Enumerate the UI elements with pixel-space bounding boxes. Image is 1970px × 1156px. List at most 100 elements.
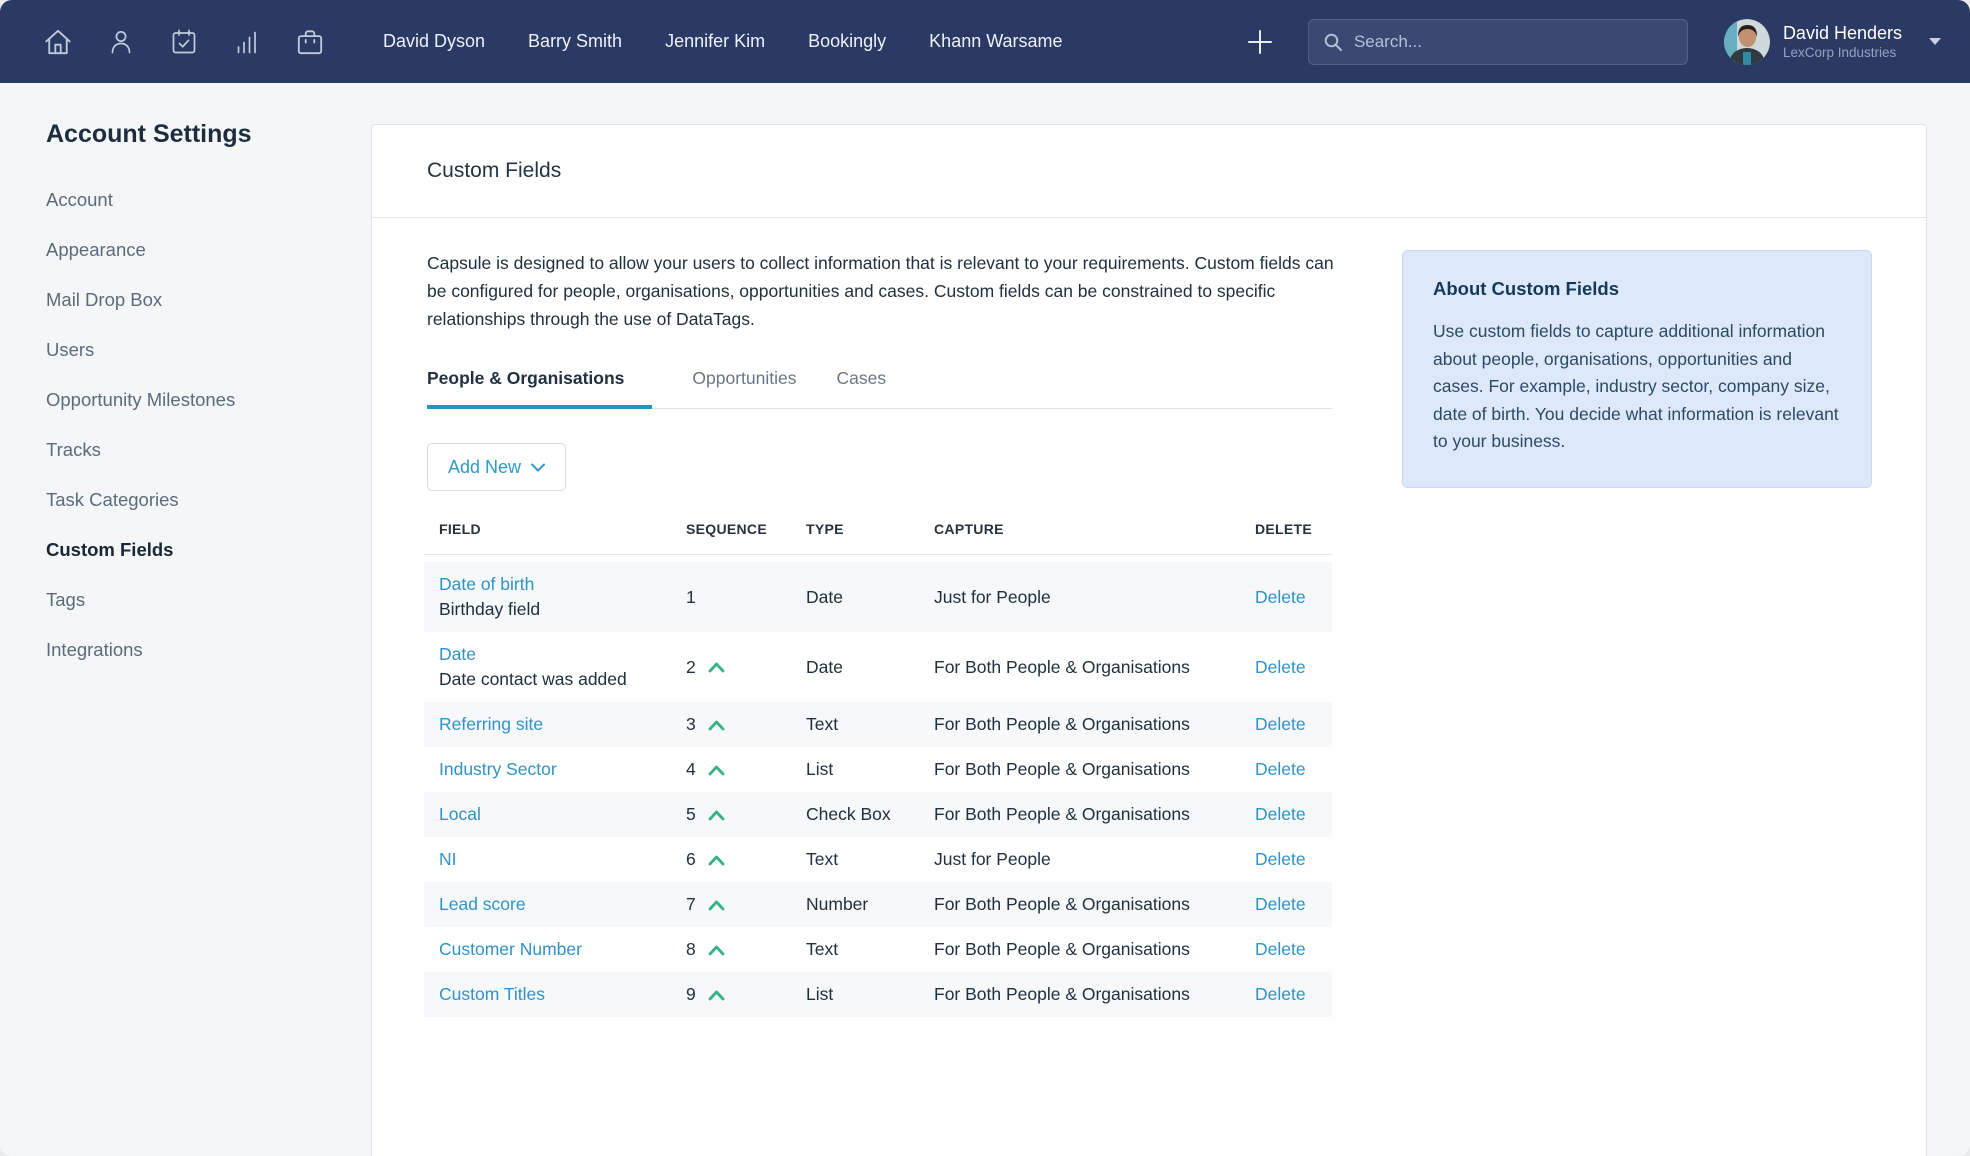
sequence-cell: 9 bbox=[686, 984, 806, 1005]
field-cell: Date of birth Birthday field bbox=[439, 572, 686, 622]
delete-link[interactable]: Delete bbox=[1255, 849, 1332, 870]
move-up-icon[interactable] bbox=[708, 899, 725, 911]
search-input[interactable] bbox=[1354, 32, 1673, 52]
capture-cell: For Both People & Organisations bbox=[934, 657, 1255, 678]
settings-sidebar: Account Settings Account Appearance Mail… bbox=[0, 83, 371, 1156]
capture-cell: For Both People & Organisations bbox=[934, 894, 1255, 915]
sequence-number: 1 bbox=[686, 587, 696, 608]
type-cell: Check Box bbox=[806, 804, 934, 825]
intro-text: Capsule is designed to allow your users … bbox=[427, 249, 1339, 333]
nav-link[interactable]: Barry Smith bbox=[528, 31, 622, 52]
delete-link[interactable]: Delete bbox=[1255, 657, 1332, 678]
field-cell: Local bbox=[439, 802, 686, 827]
tab-opportunities[interactable]: Opportunities bbox=[692, 368, 796, 409]
column-header-type: TYPE bbox=[806, 521, 934, 537]
sequence-number: 5 bbox=[686, 804, 696, 825]
sidebar-item-account[interactable]: Account bbox=[46, 175, 351, 225]
delete-link[interactable]: Delete bbox=[1255, 587, 1332, 608]
capture-cell: For Both People & Organisations bbox=[934, 759, 1255, 780]
nav-link[interactable]: Khann Warsame bbox=[929, 31, 1062, 52]
delete-link[interactable]: Delete bbox=[1255, 984, 1332, 1005]
field-name-link[interactable]: Referring site bbox=[439, 712, 686, 737]
sidebar-item-users[interactable]: Users bbox=[46, 325, 351, 375]
type-cell: Number bbox=[806, 894, 934, 915]
sidebar-item-opportunity-milestones[interactable]: Opportunity Milestones bbox=[46, 375, 351, 425]
nav-link[interactable]: David Dyson bbox=[383, 31, 485, 52]
field-name-link[interactable]: NI bbox=[439, 847, 686, 872]
home-icon[interactable] bbox=[41, 25, 75, 59]
nav-icon-group bbox=[41, 25, 327, 59]
table-row: Date Date contact was added 2 Date For B… bbox=[424, 632, 1332, 702]
delete-link[interactable]: Delete bbox=[1255, 759, 1332, 780]
field-cell: Custom Titles bbox=[439, 982, 686, 1007]
sequence-cell: 6 bbox=[686, 849, 806, 870]
delete-link[interactable]: Delete bbox=[1255, 714, 1332, 735]
chevron-down-icon[interactable] bbox=[1928, 33, 1942, 51]
move-up-icon[interactable] bbox=[708, 764, 725, 776]
column-header-field: FIELD bbox=[439, 521, 686, 537]
sidebar-title: Account Settings bbox=[46, 120, 252, 149]
sidebar-item-integrations[interactable]: Integrations bbox=[46, 625, 351, 675]
move-up-icon[interactable] bbox=[708, 989, 725, 1001]
field-name-link[interactable]: Local bbox=[439, 802, 686, 827]
type-cell: Date bbox=[806, 587, 934, 608]
sidebar-item-tracks[interactable]: Tracks bbox=[46, 425, 351, 475]
table-row: Lead score 7 Number For Both People & Or… bbox=[424, 882, 1332, 927]
move-up-icon[interactable] bbox=[708, 944, 725, 956]
sidebar-item-appearance[interactable]: Appearance bbox=[46, 225, 351, 275]
capture-cell: Just for People bbox=[934, 587, 1255, 608]
move-up-icon[interactable] bbox=[708, 854, 725, 866]
about-box-body: Use custom fields to capture additional … bbox=[1433, 318, 1841, 456]
table-row: Industry Sector 4 List For Both People &… bbox=[424, 747, 1332, 792]
capture-cell: For Both People & Organisations bbox=[934, 804, 1255, 825]
field-name-link[interactable]: Date bbox=[439, 642, 686, 667]
field-cell: Industry Sector bbox=[439, 757, 686, 782]
top-navbar: David Dyson Barry Smith Jennifer Kim Boo… bbox=[0, 0, 1970, 83]
briefcase-icon[interactable] bbox=[293, 25, 327, 59]
field-name-link[interactable]: Industry Sector bbox=[439, 757, 686, 782]
user-name: David Henders bbox=[1783, 23, 1902, 44]
sidebar-item-task-categories[interactable]: Task Categories bbox=[46, 475, 351, 525]
field-cell: Customer Number bbox=[439, 937, 686, 962]
tab-people-organisations[interactable]: People & Organisations bbox=[427, 368, 652, 409]
sequence-cell: 2 bbox=[686, 657, 806, 678]
about-box-title: About Custom Fields bbox=[1433, 278, 1841, 300]
nav-link[interactable]: Bookingly bbox=[808, 31, 886, 52]
field-cell: Lead score bbox=[439, 892, 686, 917]
user-info: David Henders LexCorp Industries bbox=[1783, 23, 1902, 61]
sequence-cell: 4 bbox=[686, 759, 806, 780]
stats-icon[interactable] bbox=[230, 25, 264, 59]
table-row: NI 6 Text Just for People Delete bbox=[424, 837, 1332, 882]
avatar bbox=[1724, 19, 1770, 65]
tab-cases[interactable]: Cases bbox=[837, 368, 887, 409]
add-plus-icon[interactable] bbox=[1242, 24, 1278, 60]
custom-fields-table: FIELD SEQUENCE TYPE CAPTURE DELETE Date … bbox=[424, 521, 1332, 1017]
field-name-link[interactable]: Customer Number bbox=[439, 937, 686, 962]
delete-link[interactable]: Delete bbox=[1255, 894, 1332, 915]
add-new-button[interactable]: Add New bbox=[427, 443, 566, 491]
nav-link[interactable]: Jennifer Kim bbox=[665, 31, 765, 52]
chevron-down-icon bbox=[531, 463, 545, 472]
search-box bbox=[1308, 19, 1688, 65]
sidebar-item-custom-fields[interactable]: Custom Fields bbox=[46, 525, 351, 575]
person-icon[interactable] bbox=[104, 25, 138, 59]
move-up-icon[interactable] bbox=[708, 809, 725, 821]
field-cell: Referring site bbox=[439, 712, 686, 737]
sequence-cell: 3 bbox=[686, 714, 806, 735]
about-custom-fields-box: About Custom Fields Use custom fields to… bbox=[1402, 250, 1872, 488]
sidebar-item-tags[interactable]: Tags bbox=[46, 575, 351, 625]
field-name-link[interactable]: Lead score bbox=[439, 892, 686, 917]
delete-link[interactable]: Delete bbox=[1255, 804, 1332, 825]
sequence-number: 4 bbox=[686, 759, 696, 780]
sidebar-item-mail-drop-box[interactable]: Mail Drop Box bbox=[46, 275, 351, 325]
table-row: Custom Titles 9 List For Both People & O… bbox=[424, 972, 1332, 1017]
move-up-icon[interactable] bbox=[708, 661, 725, 673]
move-up-icon[interactable] bbox=[708, 719, 725, 731]
field-name-link[interactable]: Custom Titles bbox=[439, 982, 686, 1007]
calendar-icon[interactable] bbox=[167, 25, 201, 59]
field-name-link[interactable]: Date of birth bbox=[439, 572, 686, 597]
type-cell: Text bbox=[806, 714, 934, 735]
type-cell: Date bbox=[806, 657, 934, 678]
user-menu[interactable]: David Henders LexCorp Industries bbox=[1724, 19, 1942, 65]
delete-link[interactable]: Delete bbox=[1255, 939, 1332, 960]
